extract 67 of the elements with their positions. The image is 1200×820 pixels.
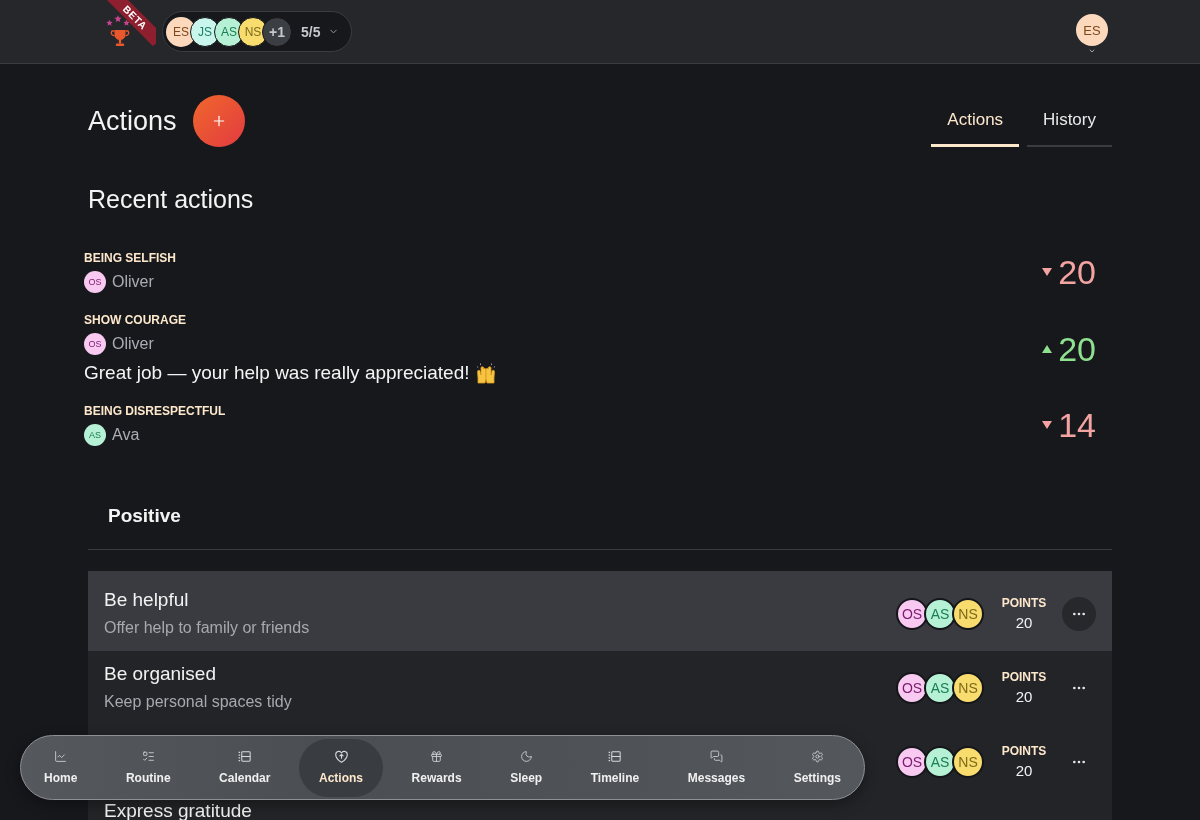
points-value: 14 (1058, 407, 1096, 443)
page-title: Actions (88, 105, 177, 137)
action-description: Offer help to family or friends (104, 618, 310, 638)
nav-item[interactable]: Sleep (490, 738, 563, 797)
gift-icon (430, 750, 444, 763)
list-panel-icon (608, 751, 622, 762)
avatar: AS (924, 598, 956, 630)
avatar: OS (896, 746, 928, 778)
points-value: 20 (1015, 688, 1033, 706)
line-chart-icon (54, 750, 68, 763)
user-avatar[interactable]: ES (1076, 14, 1108, 46)
list-panel-icon (238, 751, 252, 762)
action-description: Keep personal spaces tidy (104, 692, 292, 712)
checklist-icon (141, 750, 155, 763)
avatar: OS (896, 598, 928, 630)
nav-item[interactable]: Routine (105, 738, 191, 797)
points-label: POINTS (1001, 744, 1047, 758)
nav-item[interactable]: Settings (773, 738, 861, 797)
nav-item[interactable]: Actions (299, 738, 384, 797)
avatar: NS (952, 598, 984, 630)
action-label: BEING SELFISH (84, 251, 176, 265)
nav-item[interactable]: Home (24, 738, 98, 797)
triangle-up-icon (1042, 344, 1053, 353)
nav-item[interactable]: Messages (667, 738, 766, 797)
points-label: POINTS (1001, 596, 1047, 610)
section-heading: Positive (108, 505, 181, 527)
nav-item[interactable]: Calendar (199, 738, 291, 797)
action-title: Be organised (104, 664, 216, 684)
person-name: Ava (112, 426, 140, 444)
avatar: OS (896, 672, 928, 704)
add-action-button[interactable] (192, 95, 245, 147)
heart-arrow-icon (334, 750, 348, 763)
action-comment: Great job — your help was really appreciated! (84, 362, 470, 384)
nav-item[interactable]: Timeline (570, 738, 660, 797)
nav-item[interactable]: Rewards (391, 738, 482, 797)
triangle-down-icon (1042, 421, 1053, 429)
settings-icon (810, 750, 824, 763)
tab[interactable]: History (1027, 95, 1112, 147)
moon-icon (519, 750, 533, 763)
raised-hands-icon (475, 362, 498, 384)
more-button[interactable] (1062, 597, 1096, 631)
member-count: 5/5 (301, 23, 321, 40)
triangle-down-icon (1042, 268, 1053, 276)
points-value: 20 (1015, 614, 1033, 632)
avatar: NS (952, 746, 984, 778)
person-name: Oliver (112, 335, 154, 353)
action-title: Be helpful (104, 590, 189, 610)
points-value: 20 (1058, 330, 1096, 367)
member-switcher[interactable]: ES JS AS NS +1 5/5 (162, 11, 353, 52)
avatar: OS (84, 333, 106, 355)
avatar: AS (84, 424, 106, 446)
person-name: Oliver (112, 273, 154, 291)
action-label: BEING DISRESPECTFUL (84, 404, 226, 418)
tab[interactable]: Actions (931, 95, 1020, 147)
avatar: AS (924, 746, 956, 778)
avatar: NS (952, 672, 984, 704)
chat-bubbles-icon (709, 750, 723, 763)
chevron-down-icon (1088, 47, 1096, 55)
action-label: SHOW COURAGE (84, 313, 186, 327)
avatar: OS (84, 271, 106, 293)
highlighted-row[interactable]: Be helpful Offer help to family or friends OS AS NS POINTS 20 (88, 571, 1112, 651)
points-value: 20 (1015, 762, 1033, 780)
points-value: 20 (1058, 254, 1096, 290)
more-members-chip: +1 (262, 16, 292, 47)
points-label: POINTS (1001, 670, 1047, 684)
section-title: Recent actions (88, 184, 254, 214)
avatar: AS (924, 672, 956, 704)
